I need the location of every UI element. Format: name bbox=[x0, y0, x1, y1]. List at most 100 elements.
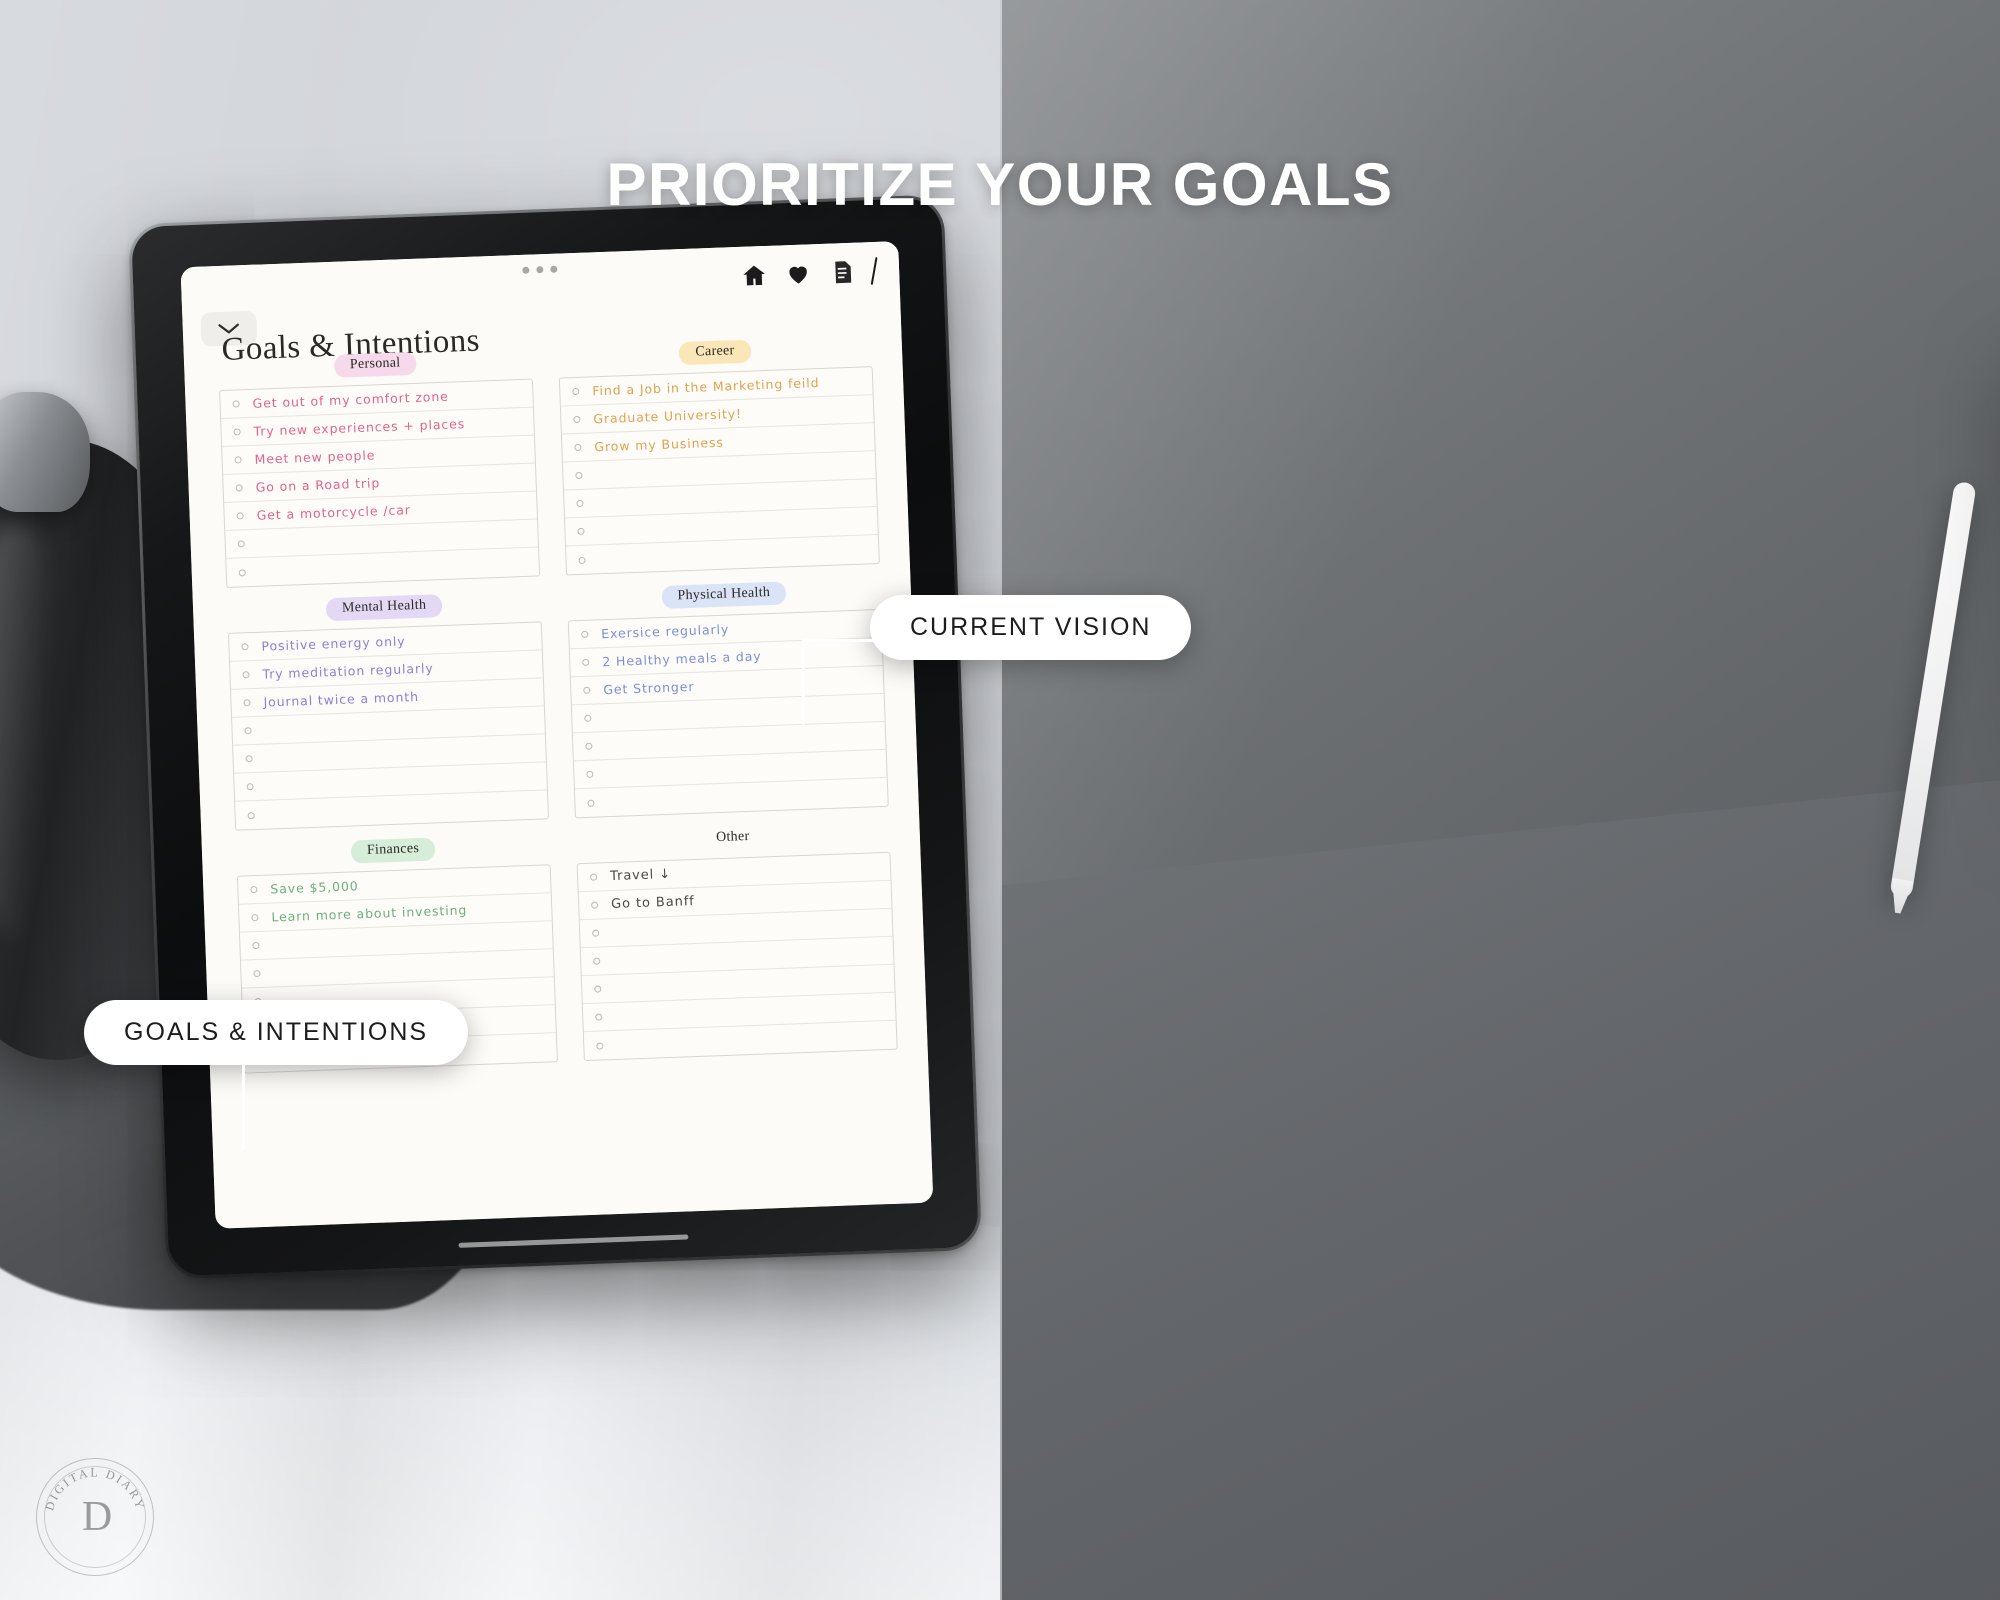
section-label-wrap: Physical Health bbox=[567, 578, 882, 612]
checkbox-icon[interactable] bbox=[243, 699, 251, 707]
callout-goals-leader-line bbox=[242, 1050, 245, 1150]
heart-icon[interactable] bbox=[785, 260, 812, 287]
checkbox-icon[interactable] bbox=[574, 443, 582, 452]
goal-text: Journal twice a month bbox=[263, 688, 420, 710]
tablet-screen-left[interactable]: Goals & Intentions Personal Get out of my… bbox=[180, 241, 934, 1229]
checkbox-icon[interactable] bbox=[595, 1013, 603, 1021]
checkbox-icon[interactable] bbox=[584, 714, 592, 722]
goal-section-career: Career Find a Job in the Marketing feild G… bbox=[557, 321, 880, 576]
tablet-goals[interactable]: Goals & Intentions Personal Get out of my… bbox=[127, 194, 983, 1280]
goal-list[interactable]: Find a Job in the Marketing feild Graduat… bbox=[558, 366, 880, 576]
goal-section-physical-health: Physical Health Exersice regularly 2 Healt… bbox=[566, 564, 889, 819]
checkbox-icon[interactable] bbox=[236, 512, 244, 520]
section-label-wrap: Career bbox=[558, 335, 873, 369]
checkbox-icon[interactable] bbox=[237, 540, 245, 548]
checkbox-icon[interactable] bbox=[235, 484, 243, 492]
goal-text: Positive energy only bbox=[261, 633, 406, 654]
goals-app: Goals & Intentions Personal Get out of my… bbox=[180, 241, 934, 1229]
brand-watermark: DIGITAL DIARY D bbox=[36, 1458, 154, 1576]
checkbox-icon[interactable] bbox=[592, 929, 600, 937]
goal-section-personal: Personal Get out of my comfort zone Try ne… bbox=[217, 334, 541, 588]
checkbox-icon[interactable] bbox=[246, 783, 254, 791]
checkbox-icon[interactable] bbox=[596, 1041, 604, 1050]
goal-text: Go to Banff bbox=[610, 893, 695, 913]
checkbox-icon[interactable] bbox=[575, 471, 583, 480]
divider-icon bbox=[870, 257, 878, 285]
callout-vision-leader-h bbox=[802, 639, 874, 642]
svg-text:DIGITAL DIARY: DIGITAL DIARY bbox=[42, 1465, 147, 1512]
goals-column-right: Career Find a Job in the Marketing feild G… bbox=[557, 321, 898, 1062]
goal-text: Graduate University! bbox=[593, 405, 743, 427]
section-label: Physical Health bbox=[661, 581, 787, 609]
checkbox-icon[interactable] bbox=[253, 969, 261, 978]
goal-text: Find a Job in the Marketing feild bbox=[592, 375, 820, 399]
checkbox-icon[interactable] bbox=[594, 985, 602, 993]
section-label: Finances bbox=[350, 837, 436, 864]
home-icon[interactable] bbox=[741, 262, 768, 289]
watermark-curved-text: DIGITAL DIARY bbox=[37, 1459, 153, 1575]
goal-text: Try meditation regularly bbox=[262, 660, 434, 682]
checkbox-icon[interactable] bbox=[247, 811, 255, 819]
goal-text: Grow my Business bbox=[594, 434, 725, 455]
goals-column-left: Personal Get out of my comfort zone Try ne… bbox=[217, 334, 558, 1074]
section-label-wrap: Personal bbox=[218, 348, 533, 382]
panel-divider bbox=[1000, 0, 1002, 1600]
checkbox-icon[interactable] bbox=[581, 630, 589, 638]
goal-text: Save $5,000 bbox=[270, 878, 359, 897]
callout-vision-leader-line bbox=[802, 639, 805, 729]
goal-section-other: Other Travel ↓ Go to Banff bbox=[575, 807, 898, 1062]
callout-goals-label: GOALS & INTENTIONS bbox=[84, 1000, 469, 1065]
goals-grid: Personal Get out of my comfort zone Try ne… bbox=[217, 321, 898, 1074]
goal-list[interactable]: Get out of my comfort zone Try new experi… bbox=[219, 378, 541, 588]
checkbox-icon[interactable] bbox=[251, 913, 259, 922]
goal-list[interactable]: Positive energy only Try meditation regul… bbox=[227, 621, 550, 831]
checkbox-icon[interactable] bbox=[573, 415, 581, 424]
goal-text: Get a motorcycle /car bbox=[256, 502, 412, 523]
checkbox-icon[interactable] bbox=[241, 643, 249, 651]
checkbox-icon[interactable] bbox=[250, 886, 258, 894]
goal-section-mental-health: Mental Health Positive energy only Try med… bbox=[226, 576, 550, 831]
checkbox-icon[interactable] bbox=[577, 527, 585, 536]
laptop-base bbox=[1000, 762, 2000, 1600]
drag-handle-icon[interactable] bbox=[522, 265, 558, 274]
section-label: Personal bbox=[333, 351, 417, 378]
callout-current-vision[interactable]: CURRENT VISION bbox=[802, 595, 1192, 729]
checkbox-icon[interactable] bbox=[576, 499, 584, 508]
callout-goals-intentions[interactable]: GOALS & INTENTIONS bbox=[84, 1000, 469, 1150]
goal-text: Learn more about investing bbox=[271, 902, 468, 925]
section-label: Career bbox=[679, 339, 751, 366]
goals-page: Goals & Intentions Personal Get out of my… bbox=[183, 299, 934, 1229]
checkbox-icon[interactable] bbox=[238, 568, 246, 576]
left-panel: Goals & Intentions Personal Get out of my… bbox=[0, 0, 1000, 1600]
goal-text: Exersice regularly bbox=[600, 621, 730, 642]
checkbox-icon[interactable] bbox=[591, 901, 599, 909]
checkbox-icon[interactable] bbox=[586, 770, 594, 778]
checkbox-icon[interactable] bbox=[585, 742, 593, 750]
goal-text: Get out of my comfort zone bbox=[252, 388, 449, 411]
checkbox-icon[interactable] bbox=[572, 387, 580, 396]
checkbox-icon[interactable] bbox=[593, 957, 601, 965]
checkbox-icon[interactable] bbox=[252, 941, 260, 950]
checkbox-icon[interactable] bbox=[245, 755, 253, 763]
checkbox-icon[interactable] bbox=[233, 428, 241, 436]
checkbox-icon[interactable] bbox=[232, 400, 240, 408]
goal-list[interactable]: Travel ↓ Go to Banff bbox=[576, 851, 898, 1062]
checkbox-icon[interactable] bbox=[587, 799, 595, 807]
section-label-wrap: Other bbox=[576, 821, 891, 855]
checkbox-icon[interactable] bbox=[582, 658, 590, 666]
goal-text: Go on a Road trip bbox=[255, 475, 381, 495]
goal-text: Travel ↓ bbox=[609, 866, 672, 885]
checkbox-icon[interactable] bbox=[244, 727, 252, 735]
goal-text: Meet new people bbox=[254, 447, 376, 467]
notes-icon[interactable] bbox=[829, 259, 856, 286]
goal-text: Get Stronger bbox=[603, 678, 695, 698]
section-label-wrap: Mental Health bbox=[227, 590, 542, 624]
screenshot-stage: Goals & Intentions Personal Get out of my… bbox=[0, 0, 2000, 1600]
section-label-wrap: Finances bbox=[236, 833, 551, 867]
checkbox-icon[interactable] bbox=[234, 456, 242, 464]
checkbox-icon[interactable] bbox=[590, 873, 598, 881]
checkbox-icon[interactable] bbox=[242, 671, 250, 679]
checkbox-icon[interactable] bbox=[583, 686, 591, 694]
checkbox-icon[interactable] bbox=[578, 556, 586, 564]
goal-text: Try new experiences + places bbox=[253, 416, 466, 439]
